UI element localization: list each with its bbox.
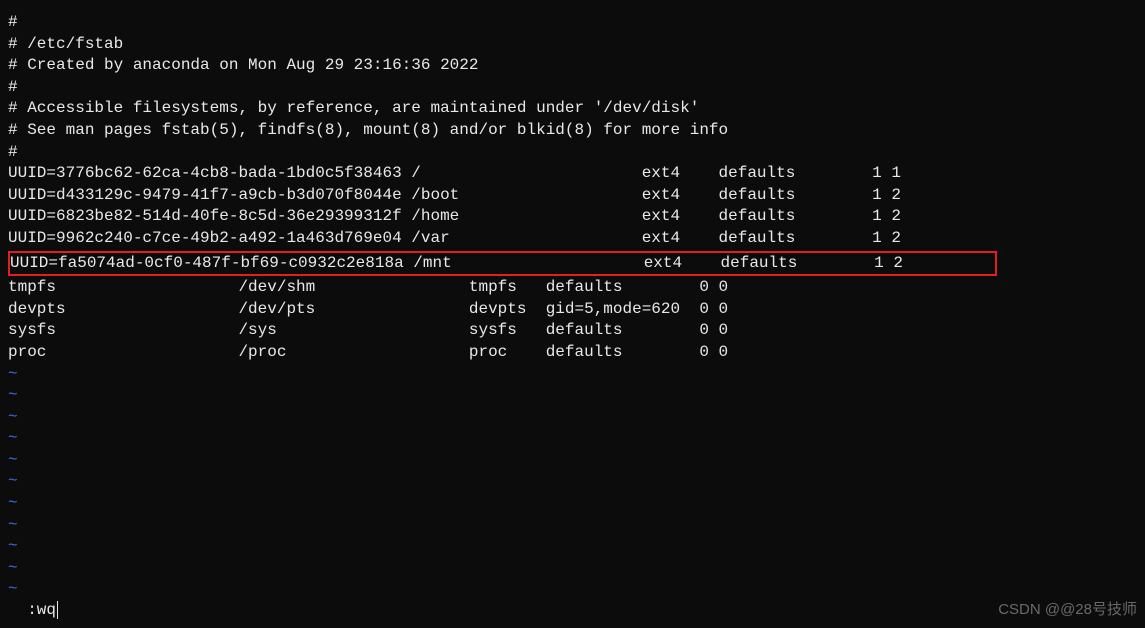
fstab-comment: # Created by anaconda on Mon Aug 29 23:1…	[8, 55, 1137, 77]
vi-empty-line-tilde: ~	[8, 364, 1137, 386]
cursor-icon	[57, 601, 58, 619]
fstab-entry-sysfs: sysfs /sys sysfs defaults 0 0	[8, 320, 1137, 342]
fstab-entry-devpts: devpts /dev/pts devpts gid=5,mode=620 0 …	[8, 299, 1137, 321]
fstab-entry-var: UUID=9962c240-c7ce-49b2-a492-1a463d769e0…	[8, 228, 1137, 250]
vi-empty-line-tilde: ~	[8, 385, 1137, 407]
fstab-entry-tmpfs: tmpfs /dev/shm tmpfs defaults 0 0	[8, 277, 1137, 299]
fstab-comment: # See man pages fstab(5), findfs(8), mou…	[8, 120, 1137, 142]
fstab-entry-boot: UUID=d433129c-9479-41f7-a9cb-b3d070f8044…	[8, 185, 1137, 207]
fstab-entry-home: UUID=6823be82-514d-40fe-8c5d-36e29399312…	[8, 206, 1137, 228]
vi-empty-line-tilde: ~	[8, 536, 1137, 558]
fstab-comment: # Accessible filesystems, by reference, …	[8, 98, 1137, 120]
fstab-entry-root: UUID=3776bc62-62ca-4cb8-bada-1bd0c5f3846…	[8, 163, 1137, 185]
vi-empty-line-tilde: ~	[8, 428, 1137, 450]
terminal-viewport[interactable]: # # /etc/fstab # Created by anaconda on …	[8, 12, 1137, 601]
vi-empty-line-tilde: ~	[8, 450, 1137, 472]
vi-empty-line-tilde: ~	[8, 558, 1137, 580]
fstab-comment: #	[8, 142, 1137, 164]
fstab-comment: #	[8, 77, 1137, 99]
fstab-entry-mnt: UUID=fa5074ad-0cf0-487f-bf69-c0932c2e818…	[10, 253, 995, 275]
vi-command-line[interactable]: :wq	[8, 579, 58, 622]
vi-empty-line-tilde: ~	[8, 579, 1137, 601]
vi-empty-line-tilde: ~	[8, 471, 1137, 493]
vi-empty-line-tilde: ~	[8, 515, 1137, 537]
vi-empty-line-tilde: ~	[8, 407, 1137, 429]
vi-empty-line-tilde: ~	[8, 493, 1137, 515]
highlighted-entry-box: UUID=fa5074ad-0cf0-487f-bf69-c0932c2e818…	[8, 251, 997, 277]
fstab-entry-proc: proc /proc proc defaults 0 0	[8, 342, 1137, 364]
fstab-comment: #	[8, 12, 1137, 34]
watermark-text: CSDN @@28号技师	[998, 600, 1137, 620]
fstab-comment: # /etc/fstab	[8, 34, 1137, 56]
vi-command-text: :wq	[27, 601, 56, 619]
